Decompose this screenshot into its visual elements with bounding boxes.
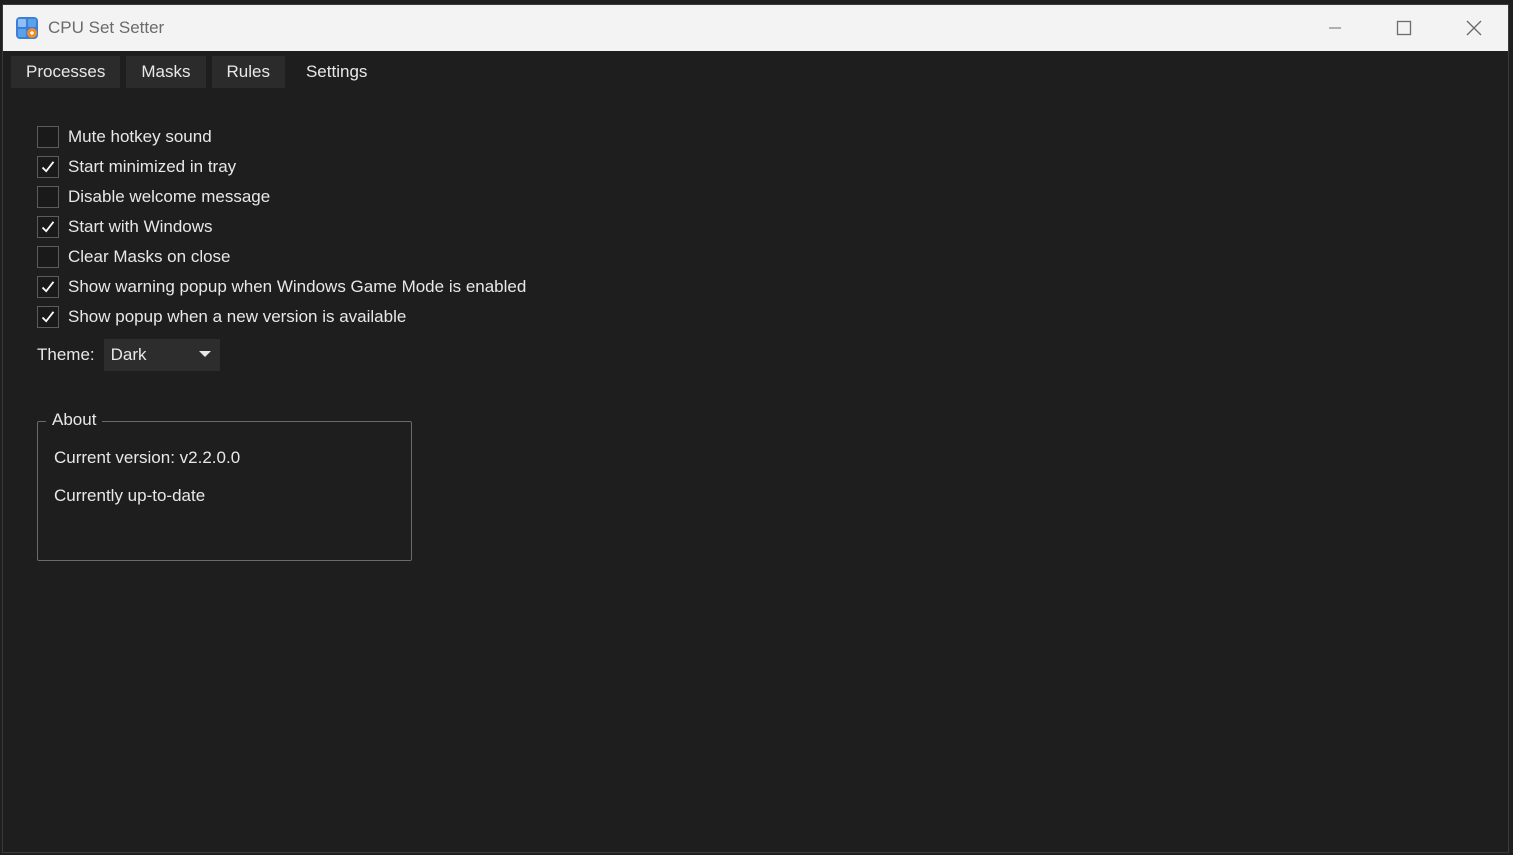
- caret-down-icon: [198, 351, 211, 357]
- theme-select-value: Dark: [110, 345, 147, 364]
- app-icon: [16, 17, 38, 39]
- maximize-icon: [1396, 20, 1412, 36]
- option-clear-masks[interactable]: Clear Masks on close: [37, 242, 526, 272]
- maximize-button[interactable]: [1369, 5, 1439, 51]
- close-button[interactable]: [1439, 5, 1509, 51]
- theme-label: Theme:: [37, 345, 95, 364]
- tab-processes[interactable]: Processes: [11, 56, 121, 88]
- checkmark-icon: [41, 161, 55, 173]
- option-label: Clear Masks on close: [68, 247, 231, 266]
- option-game-mode-warning[interactable]: Show warning popup when Windows Game Mod…: [37, 272, 526, 302]
- checkbox-clear-masks[interactable]: [37, 246, 59, 268]
- about-title: About: [46, 410, 103, 430]
- tab-rules[interactable]: Rules: [211, 56, 285, 88]
- checkbox-mute-hotkey-sound[interactable]: [37, 126, 59, 148]
- current-version-text: Current version: v2.2.0.0: [54, 448, 241, 467]
- option-label: Show popup when a new version is availab…: [68, 307, 407, 326]
- option-disable-welcome[interactable]: Disable welcome message: [37, 182, 526, 212]
- title-bar[interactable]: CPU Set Setter: [3, 5, 1508, 51]
- option-label: Start with Windows: [68, 217, 213, 236]
- close-icon: [1466, 20, 1482, 36]
- about-groupbox: About Current version: v2.2.0.0 Currentl…: [37, 410, 412, 561]
- option-start-with-windows[interactable]: Start with Windows: [37, 212, 526, 242]
- checkbox-start-with-windows[interactable]: [37, 216, 59, 238]
- app-window: CPU Set Setter Processes Masks Rules Set…: [2, 4, 1509, 853]
- option-mute-hotkey-sound[interactable]: Mute hotkey sound: [37, 122, 526, 152]
- checkmark-icon: [41, 311, 55, 323]
- settings-options: Mute hotkey sound Start minimized in tra…: [37, 122, 526, 332]
- option-start-minimized[interactable]: Start minimized in tray: [37, 152, 526, 182]
- window-title: CPU Set Setter: [48, 18, 165, 37]
- theme-select[interactable]: Dark: [103, 339, 220, 371]
- checkmark-icon: [41, 221, 55, 233]
- minimize-button[interactable]: [1300, 5, 1370, 51]
- checkbox-new-version-popup[interactable]: [37, 306, 59, 328]
- checkbox-start-minimized[interactable]: [37, 156, 59, 178]
- checkbox-disable-welcome[interactable]: [37, 186, 59, 208]
- minimize-icon: [1329, 27, 1341, 29]
- update-status-text: Currently up-to-date: [54, 486, 206, 505]
- theme-row: Theme: Dark: [37, 339, 220, 371]
- option-label: Mute hotkey sound: [68, 127, 212, 146]
- option-label: Show warning popup when Windows Game Mod…: [68, 277, 527, 296]
- checkmark-icon: [41, 281, 55, 293]
- tab-strip: Processes Masks Rules Settings: [11, 56, 383, 88]
- option-label: Disable welcome message: [68, 187, 271, 206]
- option-new-version-popup[interactable]: Show popup when a new version is availab…: [37, 302, 526, 332]
- option-label: Start minimized in tray: [68, 157, 237, 176]
- tab-masks[interactable]: Masks: [126, 56, 206, 88]
- checkbox-game-mode-warning[interactable]: [37, 276, 59, 298]
- tab-settings[interactable]: Settings: [290, 56, 383, 88]
